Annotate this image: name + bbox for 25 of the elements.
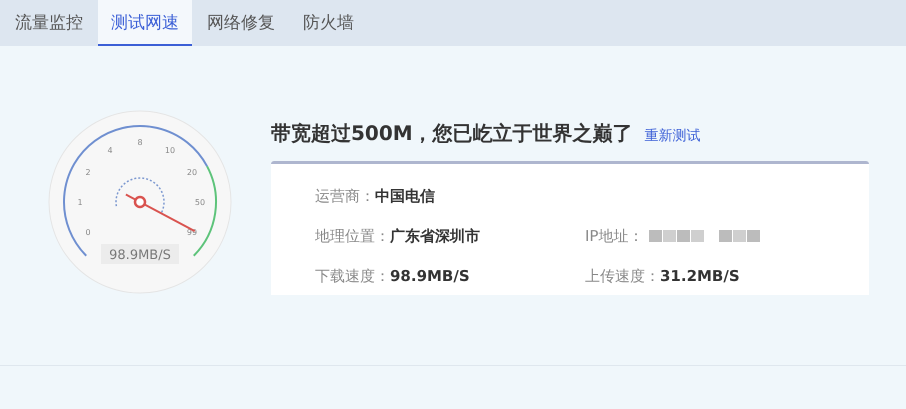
field-value: 31.2MB/S <box>660 267 740 285</box>
inner-dotted-arc <box>115 177 165 214</box>
gauge-tick-label: 20 <box>186 168 198 177</box>
gauge-tick-label: 8 <box>137 138 143 147</box>
field-label: 运营商： <box>315 186 375 206</box>
retest-link[interactable]: 重新测试 <box>644 127 701 145</box>
result-headline: 带宽超过500M，您已屹立于世界之巅了 <box>271 120 633 147</box>
field-value: 广东省深圳市 <box>390 226 480 246</box>
tab[interactable]: 流量监控 <box>2 0 96 46</box>
gauge-tick-label: 10 <box>164 146 176 156</box>
tab[interactable]: 网络修复 <box>194 0 288 46</box>
field-label: 地理位置： <box>315 226 390 246</box>
field-label: 下载速度： <box>315 266 390 286</box>
gauge-tick-label: 2 <box>86 168 91 177</box>
tab[interactable]: 测试网速 <box>98 0 192 46</box>
gauge-tick-label: 4 <box>107 146 113 156</box>
gauge-tick-label: 50 <box>194 198 206 207</box>
field-value: 98.9MB/S <box>390 267 470 285</box>
field-label: IP地址： <box>585 226 644 246</box>
field-value: 中国电信 <box>375 186 435 206</box>
gauge-tick-label: 1 <box>77 198 83 207</box>
gauge-reading: 98.9MB/S <box>109 248 171 263</box>
field-label: 上传速度： <box>585 266 660 286</box>
tab[interactable]: 防火墙 <box>290 0 367 46</box>
gauge-tick-label: 0 <box>86 228 91 237</box>
